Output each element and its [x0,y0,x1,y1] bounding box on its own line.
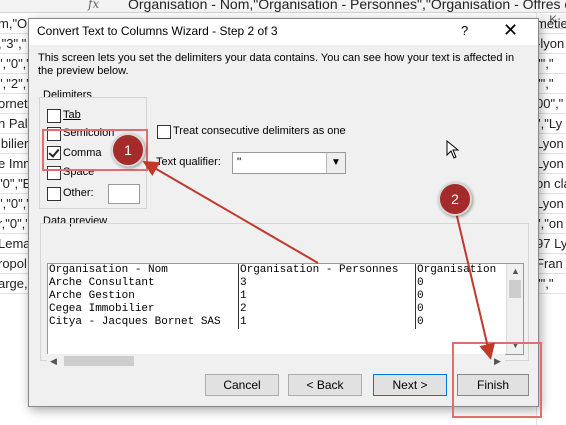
preview-row: Arche Gestion 1 0 [48,290,509,303]
other-label: Other: [63,187,94,199]
sheet-cell[interactable]: m,"Or [0,16,32,31]
sheet-cell[interactable]: on cla [536,176,566,191]
sheet-cell[interactable]: Lyon [536,156,564,171]
scroll-up-icon[interactable]: ▲ [511,266,520,276]
preview-row: Arche Consultant 3 0 [48,277,509,290]
sheet-cell[interactable]: ropol [0,256,27,271]
preview-cell: Citya - Jacques Bornet SAS [48,316,239,329]
scroll-left-icon[interactable]: ◀ [50,356,57,367]
tab-label: Tab [63,109,81,121]
sheet-cell[interactable]: ","Ly [536,116,562,131]
fx-icon: fx [88,0,100,11]
step-badge-1: 1 [111,133,145,167]
sheet-cell[interactable]: metie [536,16,566,31]
dialog-description: This screen lets you set the delimiters … [38,52,515,77]
step-badge-2: 2 [438,182,472,216]
help-button[interactable]: ? [461,23,468,38]
formula-bar: fx Organisation - Nom,"Organisation - Pe… [0,0,566,13]
close-button[interactable]: ✕ [503,20,518,40]
sheet-cell[interactable]: Lyon [536,136,564,151]
text-qualifier-value: " [237,155,242,169]
other-checkbox[interactable] [47,187,61,201]
tab-checkbox[interactable] [47,109,61,123]
preview-cell: 0 [415,316,509,329]
text-qualifier-select[interactable]: " ▼ [232,152,346,174]
preview-cell: Arche Consultant [48,277,239,290]
preview-row: Cegea Immobilier 2 0 [48,303,509,316]
preview-cell: 0 [415,290,509,303]
preview-cell: 0 [415,277,509,290]
finish-highlight-box [452,342,542,418]
preview-cell: Organisation - Nom [48,264,239,277]
sheet-cell[interactable]: ","0"," [0,56,31,71]
preview-row: Organisation - Nom Organisation - Personn… [48,264,509,277]
sheet-cell[interactable]: 97 Ly [536,236,566,251]
dialog-title: Convert Text to Columns Wizard - Step 2 … [37,24,278,38]
sheet-cell[interactable]: ibilier [0,136,28,151]
next-button[interactable]: Next > [373,374,447,396]
preview-cell: Organisation [415,264,509,277]
preview-cell: 1 [238,316,416,329]
other-delimiter-input[interactable] [108,184,140,204]
chevron-down-icon[interactable]: ▼ [326,153,345,173]
preview-horizontal-scrollbar[interactable]: ◀ ▶ [47,354,505,368]
vertical-scroll-thumb[interactable] [509,280,521,298]
preview-table: Organisation - Nom Organisation - Personn… [48,264,509,329]
sheet-cell[interactable]: ","0"," [0,196,31,211]
formula-text[interactable]: Organisation - Nom,"Organisation - Perso… [128,0,566,12]
sheet-cell[interactable]: -lyon [536,36,564,51]
sheet-cell[interactable]: 00"," [536,96,563,111]
cancel-button[interactable]: Cancel [205,374,279,396]
preview-cell: 1 [238,290,416,303]
sheet-cell[interactable]: Lyon [536,196,564,211]
treat-consecutive-label: Treat consecutive delimiters as one [173,125,346,137]
sheet-cell[interactable]: ornet [0,96,28,111]
back-button[interactable]: < Back [288,374,362,396]
preview-row: Citya - Jacques Bornet SAS 1 0 [48,316,509,329]
sheet-cell[interactable]: ,"3"," [0,36,26,51]
preview-vertical-scrollbar[interactable]: ▲ ▼ [506,264,523,354]
sheet-cell[interactable]: "0","E [0,176,31,191]
preview-cell: 3 [238,277,416,290]
mouse-cursor-icon [446,140,460,159]
sheet-cell[interactable]: ","on [536,216,563,231]
preview-cell: Organisation - Personnes [238,264,416,277]
sheet-cell[interactable]: n Pall [0,116,31,131]
treat-consecutive-checkbox[interactable] [157,125,171,139]
horizontal-scroll-thumb[interactable] [64,356,134,366]
sheet-cell[interactable]: r,"0"," [0,216,30,231]
text-qualifier-label: Text qualifier: [156,156,221,168]
preview-cell: 2 [238,303,416,316]
sheet-cell[interactable]: ","2"," [0,76,31,91]
preview-cell: 0 [415,303,509,316]
sheet-cell[interactable]: Fran [536,256,563,271]
preview-cell: Arche Gestion [48,290,239,303]
preview-cell: Cegea Immobilier [48,303,239,316]
dialog-titlebar: Convert Text to Columns Wizard - Step 2 … [29,19,538,45]
